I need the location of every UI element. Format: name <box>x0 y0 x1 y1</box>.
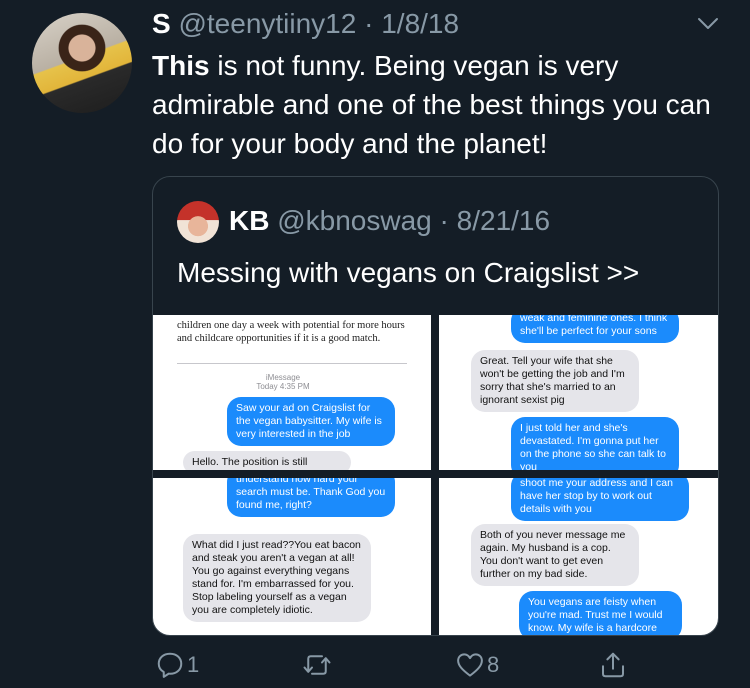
ad-text-line-1: children one day a week with potential f… <box>177 320 405 331</box>
received-message: Great. Tell your wife that she won't be … <box>471 350 639 412</box>
divider <box>177 363 407 364</box>
dot-separator: · <box>439 205 449 236</box>
like-count: 8 <box>487 652 500 677</box>
like-button[interactable]: 8 <box>455 650 499 680</box>
tweet-actions: 1 8 <box>0 650 750 680</box>
screenshot-image-3[interactable]: understand how hard your search must be.… <box>153 478 431 635</box>
share-button[interactable] <box>598 650 628 680</box>
author-display-name[interactable]: S <box>152 8 171 39</box>
tweet-date[interactable]: 1/8/18 <box>381 8 459 39</box>
sent-message: I just told her and she's devastated. I'… <box>511 417 679 470</box>
reply-icon <box>157 652 183 678</box>
quoted-display-name: KB <box>229 205 270 236</box>
image-grid: children one day a week with potential f… <box>153 315 718 635</box>
quoted-author-avatar <box>177 201 219 243</box>
quoted-date: 8/21/16 <box>456 205 551 236</box>
received-message: Hello. The position is still <box>183 451 351 470</box>
screenshot-image-1[interactable]: children one day a week with potential f… <box>153 315 431 470</box>
reply-count: 1 <box>187 652 200 677</box>
sent-message: You vegans are feisty when you're mad. T… <box>519 591 682 635</box>
quoted-tweet-text: Messing with vegans on Craigslist >> <box>177 257 640 288</box>
sent-message: Saw your ad on Craigslist for the vegan … <box>227 397 395 446</box>
quoted-handle: @kbnoswag <box>277 205 432 236</box>
retweet-button[interactable] <box>302 650 334 680</box>
sent-message-top: understand how hard your search must be.… <box>227 478 395 517</box>
share-icon <box>602 652 624 678</box>
quoted-tweet[interactable]: KB @kbnoswag · 8/21/16 Messing with vega… <box>152 176 719 636</box>
dot-separator: · <box>364 8 374 39</box>
sent-message-top: shoot me your address and I can have her… <box>511 478 689 521</box>
retweet-icon <box>303 655 331 675</box>
tweet-text-bold: This <box>152 50 210 81</box>
imessage-time: Today 4:35 PM <box>256 382 310 391</box>
screenshot-image-2[interactable]: weak and feminine ones. I think she'll b… <box>439 315 718 470</box>
tweet-header: S @teenytiiny12 · 1/8/18 <box>152 8 459 40</box>
author-handle[interactable]: @teenytiiny12 <box>178 8 356 39</box>
heart-icon <box>457 653 483 677</box>
reply-button[interactable]: 1 <box>155 650 199 680</box>
tweet-text: This is not funny. Being vegan is very a… <box>152 46 732 163</box>
tweet-text-rest: is not funny. Being vegan is very admira… <box>152 50 711 159</box>
screenshot-image-4[interactable]: shoot me your address and I can have her… <box>439 478 718 635</box>
sent-message-top: weak and feminine ones. I think she'll b… <box>511 315 679 343</box>
received-message: What did I just read??You eat bacon and … <box>183 534 371 622</box>
quoted-tweet-header: KB @kbnoswag · 8/21/16 <box>229 205 550 237</box>
received-message: Both of you never message me again. My h… <box>471 524 639 586</box>
author-avatar[interactable] <box>32 13 132 113</box>
ad-text-line-2: and childcare opportunities if it is a g… <box>177 333 381 344</box>
chevron-down-icon[interactable] <box>696 12 720 36</box>
